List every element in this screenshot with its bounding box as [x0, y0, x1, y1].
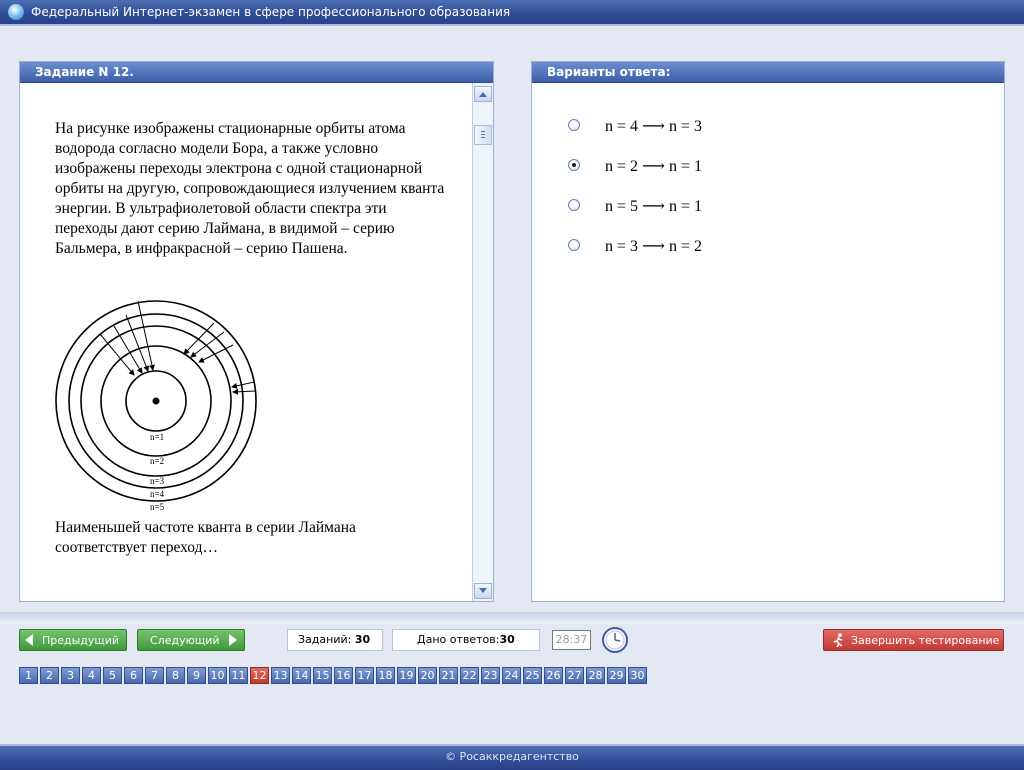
task-panel: Задание N 12. На рисунке изображены стац…: [19, 61, 494, 602]
arrow-left-icon: [25, 634, 33, 646]
window-title: Федеральный Интернет-экзамен в сфере про…: [31, 5, 511, 19]
page-button[interactable]: 19: [397, 667, 416, 684]
radio-button[interactable]: [568, 239, 580, 251]
previous-label: Предыдущий: [42, 634, 120, 647]
task-scrollbar[interactable]: [472, 83, 493, 601]
next-button[interactable]: Следующий: [137, 629, 245, 651]
page-button[interactable]: 15: [313, 667, 332, 684]
panel-separator: [0, 612, 1024, 624]
page-button[interactable]: 10: [208, 667, 227, 684]
answer-label[interactable]: n = 4 ⟶ n = 3: [605, 116, 702, 136]
page-button[interactable]: 14: [292, 667, 311, 684]
clock-icon: [602, 627, 628, 653]
task-paragraph: На рисунке изображены стационарные орбит…: [55, 120, 445, 257]
page-button[interactable]: 8: [166, 667, 185, 684]
page-button[interactable]: 4: [82, 667, 101, 684]
next-label: Следующий: [150, 634, 220, 647]
page-button[interactable]: 16: [334, 667, 353, 684]
page-button[interactable]: 13: [271, 667, 290, 684]
tasks-count: Заданий: 30: [287, 629, 383, 651]
chevron-up-icon: [479, 92, 487, 97]
answer-panel: Варианты ответа: n = 4 ⟶ n = 3 n = 2 ⟶ n…: [531, 61, 1005, 602]
running-man-icon: [833, 633, 843, 647]
previous-button[interactable]: Предыдущий: [19, 629, 127, 651]
orbit-label-n2: n=2: [150, 456, 164, 466]
answer-label[interactable]: n = 3 ⟶ n = 2: [605, 236, 702, 256]
page-button[interactable]: 24: [502, 667, 521, 684]
tasks-label: Заданий:: [298, 633, 352, 646]
scroll-thumb[interactable]: [474, 125, 492, 145]
title-bar: Федеральный Интернет-экзамен в сфере про…: [0, 0, 1024, 26]
timer-display: 28:37: [552, 630, 591, 650]
arrow-right-icon: [229, 634, 237, 646]
page-button[interactable]: 1: [19, 667, 38, 684]
answer-option-3[interactable]: n = 5 ⟶ n = 1: [568, 196, 868, 216]
page-button[interactable]: 20: [418, 667, 437, 684]
question-text: Наименьшей частоте кванта в серии Лайман…: [55, 519, 356, 556]
radio-button[interactable]: [568, 199, 580, 211]
page-button[interactable]: 3: [61, 667, 80, 684]
answered-count: Дано ответов:30: [392, 629, 540, 651]
answered-label: Дано ответов:: [417, 633, 500, 646]
page-button[interactable]: 9: [187, 667, 206, 684]
page-button[interactable]: 22: [460, 667, 479, 684]
chevron-down-icon: [479, 588, 487, 593]
page-button[interactable]: 11: [229, 667, 248, 684]
page-button[interactable]: 23: [481, 667, 500, 684]
page-button[interactable]: 18: [376, 667, 395, 684]
answered-value: 30: [499, 633, 515, 646]
page-button[interactable]: 6: [124, 667, 143, 684]
task-panel-header: Задание N 12.: [20, 62, 493, 83]
scroll-down-button[interactable]: [474, 583, 492, 599]
page-button[interactable]: 28: [586, 667, 605, 684]
bohr-orbits-figure: n=1 n=2 n=3 n=4 n=5: [55, 300, 257, 512]
page-button[interactable]: 26: [544, 667, 563, 684]
page-button[interactable]: 5: [103, 667, 122, 684]
page-button-current[interactable]: 12: [250, 667, 269, 684]
tasks-value: 30: [354, 633, 371, 646]
page-button[interactable]: 17: [355, 667, 374, 684]
app-globe-icon: [8, 4, 24, 20]
orbit-label-n4: n=4: [150, 489, 165, 499]
orbit-label-n3: n=3: [150, 476, 165, 486]
radio-button-selected[interactable]: [568, 159, 580, 171]
answer-option-1[interactable]: n = 4 ⟶ n = 3: [568, 116, 868, 136]
page-button[interactable]: 7: [145, 667, 164, 684]
answer-label[interactable]: n = 2 ⟶ n = 1: [605, 156, 702, 176]
page-button[interactable]: 29: [607, 667, 626, 684]
task-text: На рисунке изображены стационарные орбит…: [55, 119, 445, 259]
page-button[interactable]: 27: [565, 667, 584, 684]
finish-label: Завершить тестирование: [851, 634, 1000, 647]
page-button[interactable]: 2: [40, 667, 59, 684]
page-button[interactable]: 25: [523, 667, 542, 684]
answer-label[interactable]: n = 5 ⟶ n = 1: [605, 196, 702, 216]
radio-dot-icon: [572, 163, 576, 167]
answer-panel-header: Варианты ответа:: [532, 62, 1004, 83]
answer-option-2[interactable]: n = 2 ⟶ n = 1: [568, 156, 868, 176]
scroll-up-button[interactable]: [474, 86, 492, 102]
page-button[interactable]: 21: [439, 667, 458, 684]
answer-option-4[interactable]: n = 3 ⟶ n = 2: [568, 236, 868, 256]
orbit-label-n1: n=1: [150, 432, 164, 442]
finish-test-button[interactable]: Завершить тестирование: [823, 629, 1004, 651]
radio-button[interactable]: [568, 119, 580, 131]
page-button[interactable]: 30: [628, 667, 647, 684]
footer: © Росаккредагентство: [0, 744, 1024, 770]
orbit-label-n5: n=5: [150, 502, 165, 512]
